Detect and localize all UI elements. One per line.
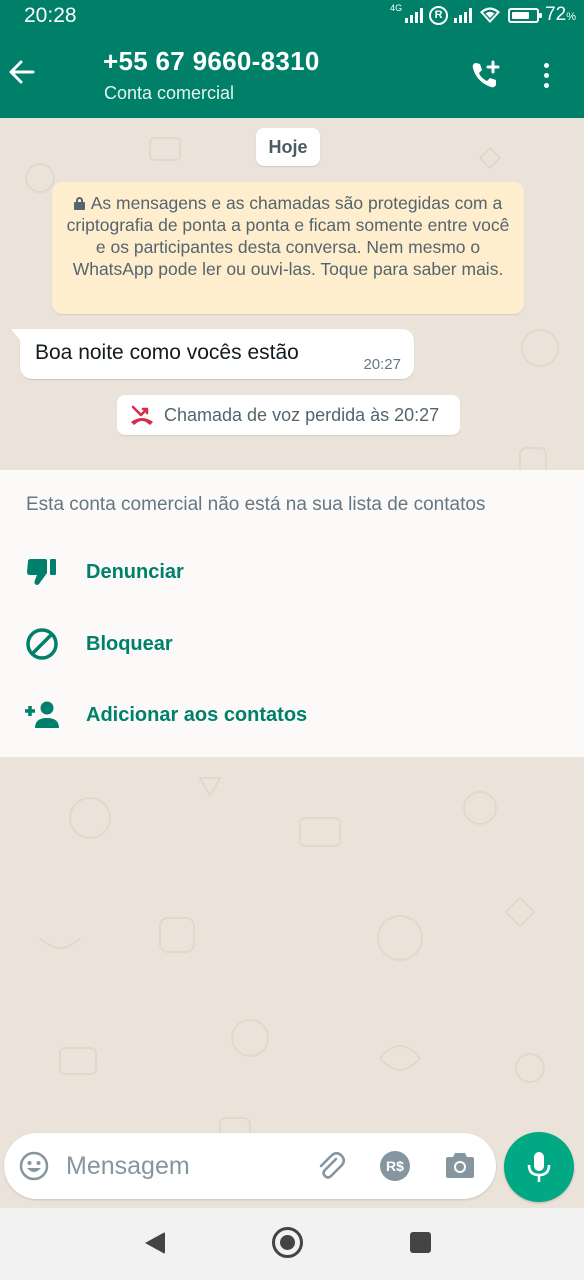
cell-signal-2-icon xyxy=(454,7,473,23)
block-icon xyxy=(26,628,58,660)
report-label: Denunciar xyxy=(86,560,184,583)
contact-name[interactable]: +55 67 9660-8310 xyxy=(103,46,320,77)
add-call-button[interactable] xyxy=(468,58,502,92)
chat-header: +55 67 9660-8310 Conta comercial xyxy=(0,32,584,118)
chat-area[interactable]: Hoje As mensagens e as chamadas são prot… xyxy=(0,118,584,1208)
missed-call-notice[interactable]: Chamada de voz perdida às 20:27 xyxy=(117,395,460,435)
add-contact-label: Adicionar aos contatos xyxy=(86,703,308,726)
back-button[interactable] xyxy=(6,56,38,88)
microphone-icon xyxy=(527,1152,551,1182)
missed-call-text: Chamada de voz perdida às 20:27 xyxy=(164,404,440,425)
attach-icon[interactable] xyxy=(314,1149,348,1183)
lock-icon xyxy=(73,197,85,210)
encryption-notice-text: As mensagens e as chamadas são protegida… xyxy=(66,193,510,279)
encryption-notice[interactable]: As mensagens e as chamadas são protegida… xyxy=(52,182,524,314)
wifi-icon xyxy=(480,7,501,23)
message-bubble-incoming[interactable]: Boa noite como vocês estão 20:27 xyxy=(11,329,414,379)
person-add-icon xyxy=(25,701,59,728)
emoji-icon[interactable] xyxy=(18,1150,50,1182)
voice-message-button[interactable] xyxy=(504,1132,574,1202)
message-input[interactable] xyxy=(66,1146,296,1186)
roaming-icon: R xyxy=(429,5,449,25)
camera-icon[interactable] xyxy=(443,1150,477,1182)
battery-icon xyxy=(508,7,543,23)
block-label: Bloquear xyxy=(86,632,173,655)
system-nav-bar xyxy=(0,1208,584,1280)
status-bar: 20:28 4G R 72% xyxy=(0,0,584,32)
block-button[interactable]: Bloquear xyxy=(22,621,342,667)
more-options-button[interactable] xyxy=(532,58,560,92)
message-time: 20:27 xyxy=(363,356,401,373)
contact-subtitle[interactable]: Conta comercial xyxy=(104,83,234,104)
bubble-tail xyxy=(11,329,21,341)
network-type-label: 4G xyxy=(390,3,403,13)
payment-button[interactable]: R$ xyxy=(380,1151,410,1181)
status-time: 20:28 xyxy=(24,4,77,27)
business-account-panel: Esta conta comercial não está na sua lis… xyxy=(0,470,584,757)
add-contact-button[interactable]: Adicionar aos contatos xyxy=(22,692,342,738)
status-icons: 4G R 72% xyxy=(390,3,576,26)
message-input-bar: R$ xyxy=(4,1133,496,1199)
message-text: Boa noite como vocês estão xyxy=(35,341,299,364)
battery-percent: 72% xyxy=(545,4,576,25)
date-chip: Hoje xyxy=(256,128,320,166)
business-note: Esta conta comercial não está na sua lis… xyxy=(26,494,486,515)
report-button[interactable]: Denunciar xyxy=(22,549,342,595)
nav-recents-icon[interactable] xyxy=(410,1232,431,1253)
nav-home-icon[interactable] xyxy=(272,1227,303,1258)
more-vert-icon xyxy=(543,62,549,68)
cell-signal-icon xyxy=(405,7,424,23)
thumb-down-icon xyxy=(27,559,56,585)
nav-back-icon[interactable] xyxy=(145,1232,165,1254)
add-call-icon xyxy=(472,60,500,88)
missed-call-icon xyxy=(131,405,153,425)
back-arrow-icon xyxy=(9,60,35,84)
